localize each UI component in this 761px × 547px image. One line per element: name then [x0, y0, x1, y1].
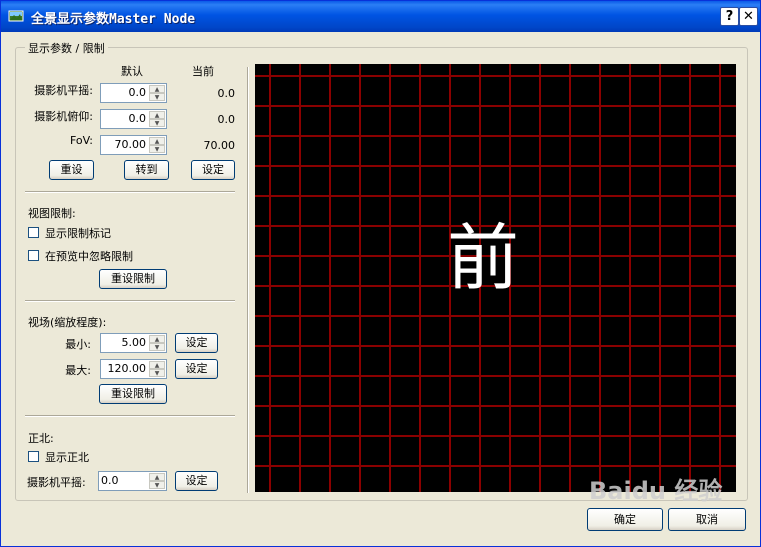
ok-button[interactable]: 确定 [587, 508, 663, 531]
fov-zoom-title: 视场(缩放程度): [28, 316, 107, 329]
camera-tilt-current: 0.0 [217, 113, 236, 126]
section-divider [25, 415, 235, 417]
show-north-checkbox[interactable] [28, 451, 39, 462]
camera-pan-label: 摄影机平摇: [34, 84, 93, 97]
spin-arrows-icon[interactable]: ▲ ▼ [149, 111, 165, 127]
fov-value[interactable]: 70.00 [103, 138, 147, 151]
baidu-watermark: Baidu 经验 [589, 477, 722, 505]
section-divider [25, 191, 235, 193]
section-divider [25, 300, 235, 302]
dialog-window: 全景显示参数Master Node ? ✕ 显示参数 / 限制 默认 当前 摄影… [0, 0, 761, 547]
display-params-title: 显示参数 / 限制 [25, 40, 108, 56]
camera-tilt-value[interactable]: 0.0 [103, 112, 147, 125]
camera-pan-value[interactable]: 0.0 [103, 86, 147, 99]
vertical-divider [247, 67, 249, 493]
spin-arrows-icon[interactable]: ▲ ▼ [149, 85, 165, 101]
fov-min-spinner[interactable]: 5.00 ▲ ▼ [100, 333, 167, 353]
reset-button[interactable]: 重设 [49, 160, 94, 180]
fov-min-label: 最小: [65, 338, 91, 351]
north-pan-value[interactable]: 0.0 [101, 474, 146, 487]
svg-text:Baidu 经验: Baidu 经验 [589, 477, 722, 505]
spin-arrows-icon[interactable]: ▲ ▼ [149, 335, 165, 351]
spin-arrows-icon[interactable]: ▲ ▼ [149, 137, 165, 153]
north-title: 正北: [28, 432, 54, 445]
default-column-header: 默认 [121, 65, 143, 78]
title-bar[interactable]: 全景显示参数Master Node ? ✕ [1, 1, 760, 32]
north-set-button[interactable]: 设定 [175, 471, 218, 491]
window-title: 全景显示参数Master Node [31, 12, 196, 27]
cancel-button[interactable]: 取消 [668, 508, 746, 531]
fov-spinner[interactable]: 70.00 ▲ ▼ [100, 135, 167, 155]
fov-min-value[interactable]: 5.00 [103, 336, 147, 349]
show-north-label[interactable]: 显示正北 [45, 449, 89, 465]
north-pan-label: 摄影机平摇: [27, 476, 86, 489]
preview-front-label: 前 [447, 216, 520, 300]
panorama-app-icon [8, 10, 24, 22]
reset-fov-limits-button[interactable]: 重设限制 [99, 384, 167, 404]
north-pan-spinner[interactable]: 0.0 ▲ ▼ [98, 471, 167, 491]
goto-button[interactable]: 转到 [124, 160, 169, 180]
set-button[interactable]: 设定 [191, 160, 235, 180]
camera-pan-current: 0.0 [217, 87, 236, 100]
current-column-header: 当前 [192, 65, 214, 78]
close-button[interactable]: ✕ [739, 7, 758, 26]
show-limit-marks-label[interactable]: 显示限制标记 [45, 225, 111, 241]
ignore-limits-preview-label[interactable]: 在预览中忽略限制 [45, 248, 133, 264]
camera-tilt-label: 摄影机俯仰: [34, 110, 93, 123]
help-button[interactable]: ? [720, 7, 739, 26]
fov-current: 70.00 [203, 139, 236, 152]
view-limit-title: 视图限制: [28, 207, 76, 220]
fov-max-spinner[interactable]: 120.00 ▲ ▼ [100, 359, 167, 379]
fov-max-label: 最大: [65, 364, 91, 377]
camera-tilt-spinner[interactable]: 0.0 ▲ ▼ [100, 109, 167, 129]
ignore-limits-preview-checkbox[interactable] [28, 250, 39, 261]
fov-max-set-button[interactable]: 设定 [175, 359, 218, 379]
spin-arrows-icon[interactable]: ▲ ▼ [149, 473, 165, 489]
camera-pan-spinner[interactable]: 0.0 ▲ ▼ [100, 83, 167, 103]
spin-arrows-icon[interactable]: ▲ ▼ [149, 361, 165, 377]
show-limit-marks-checkbox[interactable] [28, 227, 39, 238]
fov-label: FoV: [70, 134, 93, 147]
fov-min-set-button[interactable]: 设定 [175, 333, 218, 353]
reset-view-limits-button[interactable]: 重设限制 [99, 269, 167, 289]
fov-max-value[interactable]: 120.00 [103, 362, 147, 375]
